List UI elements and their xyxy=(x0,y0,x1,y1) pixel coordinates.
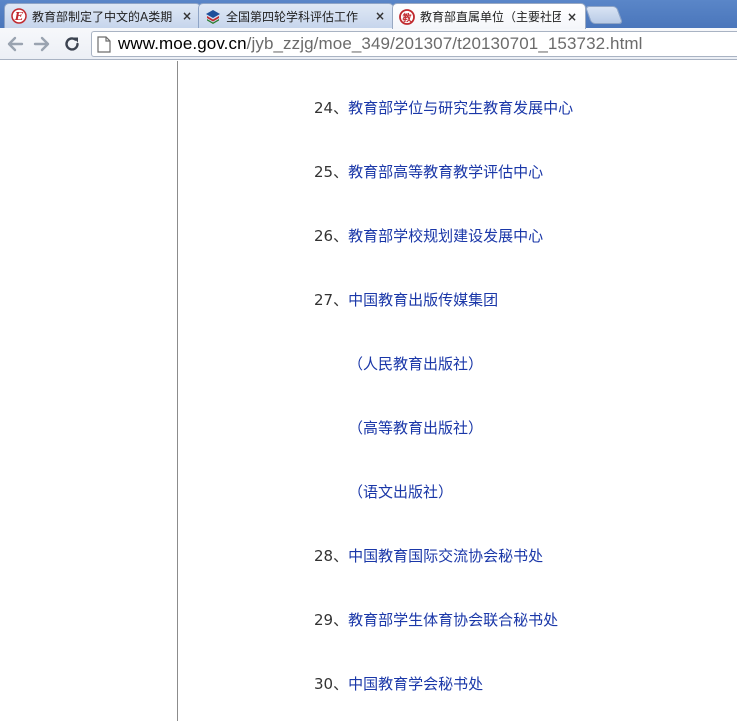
tab-title: 教育部制定了中文的A类期 xyxy=(32,9,173,24)
toolbar: www.moe.gov.cn/jyb_zzjg/moe_349/201307/t… xyxy=(0,28,737,60)
item-number: 29、 xyxy=(314,611,349,629)
page-content: 24、教育部学位与研究生教育发展中心 25、教育部高等教育教学评估中心 26、教… xyxy=(0,61,737,721)
books-icon xyxy=(205,8,221,24)
page-icon xyxy=(96,35,112,53)
list-item: 30、中国教育学会秘书处 xyxy=(314,672,483,696)
item-number: 30、 xyxy=(314,675,349,693)
url-path: /jyb_zzjg/moe_349/201307/t20130701_15373… xyxy=(246,34,643,53)
moe-logo-icon: 教 xyxy=(399,8,415,25)
list-item: 24、教育部学位与研究生教育发展中心 xyxy=(314,96,573,120)
tab-3-active[interactable]: 教 教育部直属单位（主要社团 × xyxy=(392,3,586,29)
item-number: 27、 xyxy=(314,291,349,309)
list-item: 26、教育部学校规划建设发展中心 xyxy=(314,224,543,248)
list-item: 29、教育部学生体育协会联合秘书处 xyxy=(314,608,558,632)
item-link[interactable]: 教育部高等教育教学评估中心 xyxy=(348,163,543,181)
arrow-right-icon xyxy=(33,36,50,52)
sub-item-link[interactable]: （高等教育出版社） xyxy=(348,416,483,440)
item-link[interactable]: 中国教育学会秘书处 xyxy=(348,675,483,693)
item-link[interactable]: 教育部学校规划建设发展中心 xyxy=(348,227,543,245)
item-link[interactable]: 教育部学位与研究生教育发展中心 xyxy=(348,99,573,117)
close-icon[interactable]: × xyxy=(373,9,387,23)
item-number: 26、 xyxy=(314,227,349,245)
list-item: 25、教育部高等教育教学评估中心 xyxy=(314,160,543,184)
item-number: 24、 xyxy=(314,99,349,117)
tab-strip: E 教育部制定了中文的A类期 × 全国第四轮学科评估工作 × 教 教育部直属单位… xyxy=(0,0,737,29)
item-link[interactable]: 教育部学生体育协会联合秘书处 xyxy=(348,611,558,629)
item-number: 28、 xyxy=(314,547,349,565)
item-number: 25、 xyxy=(314,163,349,181)
list-item: 27、中国教育出版传媒集团 xyxy=(314,288,498,312)
tab-title: 全国第四轮学科评估工作 xyxy=(226,9,359,24)
item-link[interactable]: 中国教育国际交流协会秘书处 xyxy=(348,547,543,565)
tab-title: 教育部直属单位（主要社团 xyxy=(420,10,561,24)
new-tab-button[interactable] xyxy=(584,6,624,24)
sub-item-link[interactable]: （语文出版社） xyxy=(348,480,453,504)
list-item: 28、中国教育国际交流协会秘书处 xyxy=(314,544,543,568)
close-icon[interactable]: × xyxy=(180,9,194,23)
item-link[interactable]: 中国教育出版传媒集团 xyxy=(348,291,498,309)
reload-icon xyxy=(65,37,79,51)
reload-button[interactable] xyxy=(60,32,84,56)
forward-button[interactable] xyxy=(30,32,54,56)
back-button[interactable] xyxy=(3,32,27,56)
address-bar[interactable]: www.moe.gov.cn/jyb_zzjg/moe_349/201307/t… xyxy=(91,31,737,57)
sub-item-link[interactable]: （人民教育出版社） xyxy=(348,352,483,376)
url-text[interactable]: www.moe.gov.cn/jyb_zzjg/moe_349/201307/t… xyxy=(118,34,643,54)
tab-1[interactable]: E 教育部制定了中文的A类期 × xyxy=(4,3,201,28)
arrow-left-icon xyxy=(7,36,24,52)
svg-text:E: E xyxy=(14,10,24,23)
column-divider xyxy=(177,61,178,721)
url-host: www.moe.gov.cn xyxy=(118,34,247,53)
svg-text:教: 教 xyxy=(401,12,412,24)
e-circle-icon: E xyxy=(11,8,27,24)
tab-2[interactable]: 全国第四轮学科评估工作 × xyxy=(198,3,394,28)
close-icon[interactable]: × xyxy=(565,10,579,24)
